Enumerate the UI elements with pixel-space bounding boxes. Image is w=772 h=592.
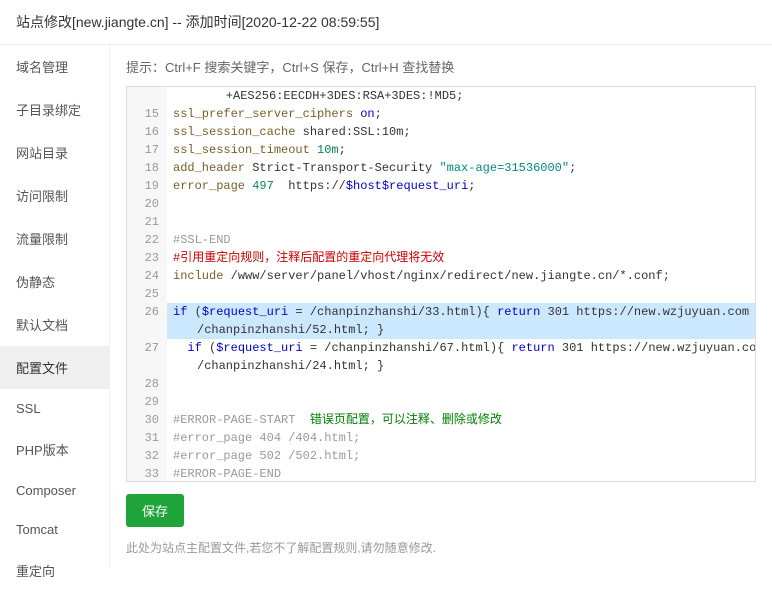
line-number: 28: [135, 375, 159, 393]
line-number: 31: [135, 429, 159, 447]
code-line[interactable]: ssl_session_timeout 10m;: [167, 141, 756, 159]
line-number: 24: [135, 267, 159, 285]
line-number: 27: [135, 339, 159, 357]
code-line[interactable]: [167, 375, 756, 393]
line-number: 16: [135, 123, 159, 141]
line-number: 23: [135, 249, 159, 267]
sidebar-item-10[interactable]: Composer: [0, 471, 109, 510]
tip-text: 提示：Ctrl+F 搜索关键字，Ctrl+S 保存，Ctrl+H 查找替换: [126, 57, 756, 76]
line-number: 18: [135, 159, 159, 177]
code-area[interactable]: +AES256:EECDH+3DES:RSA+3DES:!MD5;ssl_pre…: [167, 87, 756, 482]
code-line[interactable]: /chanpinzhanshi/52.html; }: [167, 321, 756, 339]
line-number: 19: [135, 177, 159, 195]
code-line[interactable]: ssl_session_cache shared:SSL:10m;: [167, 123, 756, 141]
code-line[interactable]: #error_page 502 /502.html;: [167, 447, 756, 465]
sidebar-item-1[interactable]: 子目录绑定: [0, 88, 109, 131]
code-line[interactable]: ssl_prefer_server_ciphers on;: [167, 105, 756, 123]
line-number: 15: [135, 105, 159, 123]
sidebar-item-3[interactable]: 访问限制: [0, 174, 109, 217]
code-line[interactable]: /chanpinzhanshi/24.html; }: [167, 357, 756, 375]
sidebar-item-6[interactable]: 默认文档: [0, 303, 109, 346]
code-line[interactable]: add_header Strict-Transport-Security "ma…: [167, 159, 756, 177]
code-line[interactable]: [167, 393, 756, 411]
code-line[interactable]: if ($request_uri = /chanpinzhanshi/33.ht…: [167, 303, 756, 321]
line-number: 21: [135, 213, 159, 231]
code-line[interactable]: #ERROR-PAGE-START 错误页配置，可以注释、删除或修改: [167, 411, 756, 429]
main-panel: 提示：Ctrl+F 搜索关键字，Ctrl+S 保存，Ctrl+H 查找替换 15…: [110, 45, 772, 568]
line-gutter: 151617181920212223242526 27 282930313233: [127, 87, 167, 482]
line-number: 33: [135, 465, 159, 482]
sidebar-item-2[interactable]: 网站目录: [0, 131, 109, 174]
line-number: 20: [135, 195, 159, 213]
sidebar-item-12[interactable]: 重定向: [0, 549, 109, 592]
code-line[interactable]: if ($request_uri = /chanpinzhanshi/67.ht…: [167, 339, 756, 357]
code-editor[interactable]: 151617181920212223242526 27 282930313233 +…: [126, 86, 756, 482]
sidebar-item-5[interactable]: 伪静态: [0, 260, 109, 303]
dialog-header: 站点修改[new.jiangte.cn] -- 添加时间[2020-12-22 …: [0, 0, 772, 45]
dialog-title: 站点修改[new.jiangte.cn] -- 添加时间[2020-12-22 …: [16, 14, 379, 30]
code-line[interactable]: +AES256:EECDH+3DES:RSA+3DES:!MD5;: [167, 87, 756, 105]
sidebar: 域名管理子目录绑定网站目录访问限制流量限制伪静态默认文档配置文件SSLPHP版本…: [0, 45, 110, 568]
line-number: 30: [135, 411, 159, 429]
footnote: 此处为站点主配置文件,若您不了解配置规则,请勿随意修改.: [126, 539, 756, 556]
code-line[interactable]: [167, 213, 756, 231]
line-number: 29: [135, 393, 159, 411]
code-line[interactable]: include /www/server/panel/vhost/nginx/re…: [167, 267, 756, 285]
sidebar-item-0[interactable]: 域名管理: [0, 45, 109, 88]
code-line[interactable]: [167, 285, 756, 303]
code-line[interactable]: #ERROR-PAGE-END: [167, 465, 756, 482]
line-number: 25: [135, 285, 159, 303]
line-number: 26: [135, 303, 159, 321]
save-button[interactable]: 保存: [126, 494, 184, 527]
line-number: 32: [135, 447, 159, 465]
code-line[interactable]: #error_page 404 /404.html;: [167, 429, 756, 447]
sidebar-item-7[interactable]: 配置文件: [0, 346, 109, 389]
line-number: [135, 87, 159, 105]
sidebar-item-8[interactable]: SSL: [0, 389, 109, 428]
code-line[interactable]: #引用重定向规则，注释后配置的重定向代理将无效: [167, 249, 756, 267]
line-number: 17: [135, 141, 159, 159]
code-line[interactable]: #SSL-END: [167, 231, 756, 249]
line-number: [135, 357, 159, 375]
code-line[interactable]: error_page 497 https://$host$request_uri…: [167, 177, 756, 195]
line-number: 22: [135, 231, 159, 249]
line-number: [135, 321, 159, 339]
main-container: 域名管理子目录绑定网站目录访问限制流量限制伪静态默认文档配置文件SSLPHP版本…: [0, 45, 772, 568]
sidebar-item-9[interactable]: PHP版本: [0, 428, 109, 471]
sidebar-item-11[interactable]: Tomcat: [0, 510, 109, 549]
code-line[interactable]: [167, 195, 756, 213]
sidebar-item-4[interactable]: 流量限制: [0, 217, 109, 260]
